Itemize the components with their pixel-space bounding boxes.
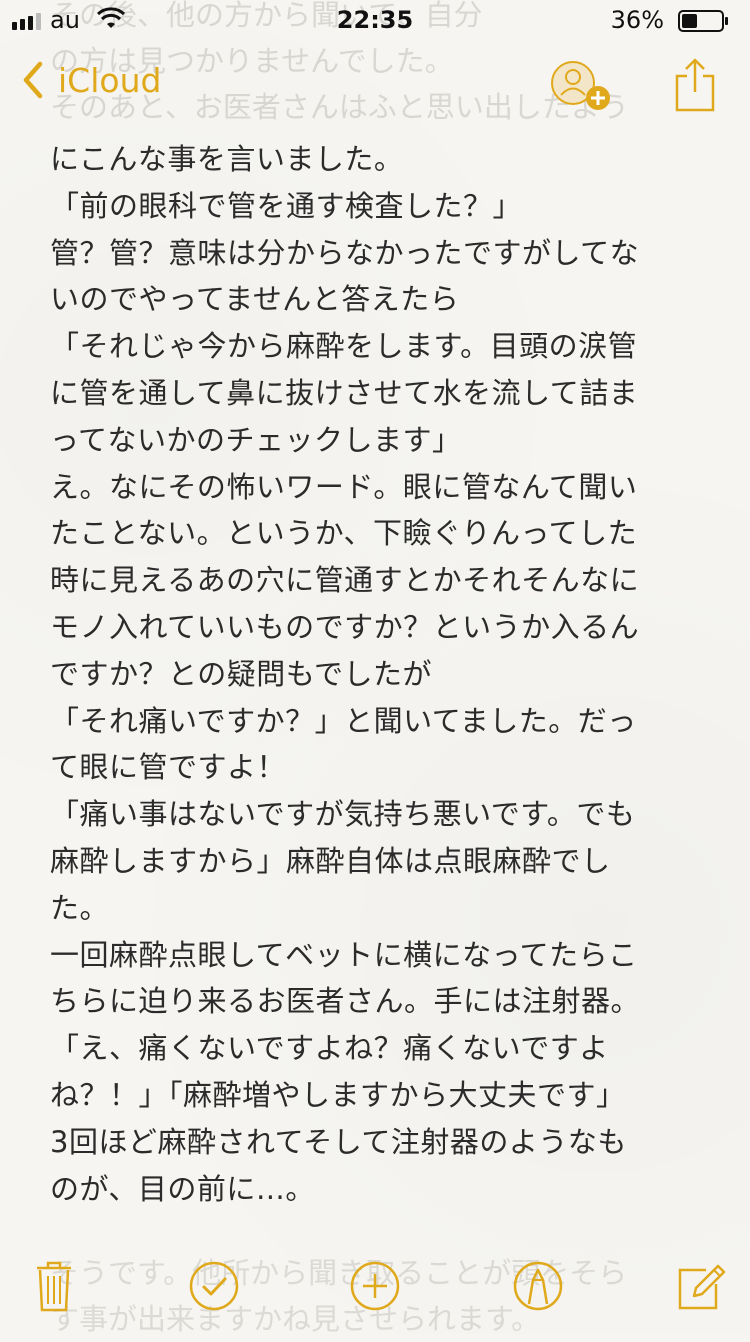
note-line: 「前の眼科で管を通す検査した？」 bbox=[50, 188, 523, 223]
note-line: にこんな事を言いました。 bbox=[50, 142, 404, 176]
add-icon bbox=[350, 1261, 400, 1311]
battery-icon bbox=[678, 10, 730, 32]
note-line: え。なにその怖いワード。眼に管なんて聞い bbox=[50, 469, 638, 504]
note-line: 「痛い事はないですが気持ち悪いです。でも bbox=[50, 797, 636, 832]
note-line: ですか？との疑問もでしたが bbox=[50, 656, 433, 691]
navigation-bar: iCloud bbox=[0, 52, 750, 118]
note-line: ね？！」「麻酔増やしますから大丈夫です」 bbox=[50, 1077, 626, 1112]
note-line: のが、目の前に…。 bbox=[50, 1171, 315, 1206]
note-line: 「え、痛くないですよね？痛くないですよ bbox=[50, 1031, 609, 1066]
note-line: 「それ痛いですか？」と聞いてました。だっ bbox=[50, 703, 637, 738]
note-line: た。 bbox=[50, 890, 110, 925]
note-body[interactable]: にこんな事を言いました。 「前の眼科で管を通す検査した？」 管？管？意味は分から… bbox=[50, 136, 710, 1212]
note-line: 管？管？意味は分からなかったですがしてな bbox=[50, 235, 640, 270]
note-line: ちらに迫り来るお医者さん。手には注射器。 bbox=[50, 984, 641, 1019]
bottom-toolbar bbox=[0, 1258, 750, 1318]
checklist-button[interactable] bbox=[188, 1258, 240, 1318]
note-line: 「それじゃ今から麻酔をします。目頭の涙管 bbox=[50, 329, 638, 364]
note-line: に管を通して鼻に抜けさせて水を流して詰ま bbox=[50, 375, 639, 410]
compose-icon bbox=[678, 1264, 726, 1310]
share-button[interactable] bbox=[672, 54, 718, 114]
add-person-button[interactable] bbox=[548, 58, 618, 116]
note-line: モノ入れていいものですか？というか入るん bbox=[50, 609, 640, 644]
note-line: て眼に管ですよ！ bbox=[50, 750, 287, 785]
back-button[interactable]: iCloud bbox=[18, 60, 161, 100]
note-line: いのでやってませんと答えたら bbox=[50, 282, 460, 317]
delete-button[interactable] bbox=[34, 1258, 74, 1318]
share-icon bbox=[675, 58, 715, 112]
note-line: 麻酔しますから」麻酔自体は点眼麻酔でし bbox=[50, 843, 611, 878]
add-person-icon bbox=[551, 61, 610, 110]
note-line: たことない。というか、下瞼ぐりんってした bbox=[50, 516, 638, 551]
battery-percentage: 36% bbox=[610, 6, 664, 34]
chevron-left-icon bbox=[23, 61, 43, 99]
trash-icon bbox=[37, 1261, 71, 1312]
markup-icon bbox=[513, 1261, 563, 1311]
note-line: ってないかのチェックします」 bbox=[50, 422, 462, 457]
note-line: 一回麻酔点眼してベットに横になってたらこ bbox=[50, 937, 638, 972]
add-button[interactable] bbox=[349, 1258, 401, 1318]
checklist-icon bbox=[189, 1261, 239, 1311]
note-line: 時に見えるあの穴に管通すとかそれそんなに bbox=[50, 563, 640, 598]
compose-button[interactable] bbox=[676, 1258, 726, 1318]
markup-button[interactable] bbox=[512, 1258, 564, 1318]
back-button-label: iCloud bbox=[58, 60, 162, 100]
note-line: 3回ほど麻酔されてそして注射器のようなも bbox=[50, 1124, 627, 1159]
status-bar: au 22:35 36% bbox=[0, 0, 750, 40]
